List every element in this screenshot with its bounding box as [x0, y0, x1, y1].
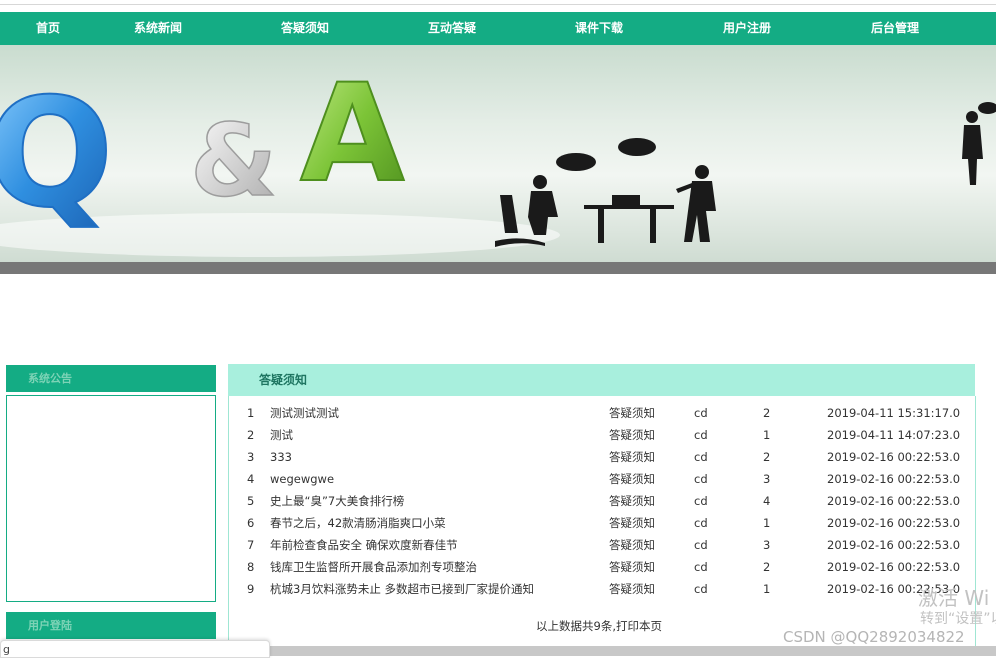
row-title-link[interactable]: 年前检查食品安全 确保欢度新春佳节 [270, 534, 458, 556]
row-title-link[interactable]: 测试测试测试 [270, 402, 339, 424]
row-count: 1 [763, 582, 771, 596]
list-row: 5 史上最“臭”7大美食排行榜 答疑须知 cd 4 2019-02-16 00:… [229, 490, 975, 512]
row-index: 9 [247, 582, 255, 596]
nav-item-home[interactable]: 首页 [17, 12, 79, 45]
row-time: 2019-04-11 14:07:23.0 [827, 428, 961, 442]
row-user: cd [694, 560, 708, 574]
row-time: 2019-02-16 00:22:53.0 [827, 472, 961, 486]
row-category: 答疑须知 [609, 406, 655, 420]
qa-notice-header: 答疑须知 [228, 364, 975, 396]
nav-item-interactive-qa[interactable]: 互动答疑 [415, 12, 489, 45]
qa-banner: Q & A [0, 45, 996, 262]
speech-bubble-icon [556, 153, 596, 171]
notice-panel-header: 系统公告 [6, 365, 216, 392]
speech-bubble-icon [978, 102, 996, 114]
row-title-link[interactable]: 测试 [270, 424, 293, 446]
row-index: 5 [247, 494, 255, 508]
row-user: cd [694, 450, 708, 464]
nav-item-system-news[interactable]: 系统新闻 [121, 12, 195, 45]
row-category: 答疑须知 [609, 428, 655, 442]
row-title-link[interactable]: 333 [270, 446, 292, 468]
list-row: 6 春节之后，42款清肠消脂爽口小菜 答疑须知 cd 1 2019-02-16 … [229, 512, 975, 534]
people-silhouette [495, 111, 983, 247]
row-time: 2019-02-16 00:22:53.0 [827, 560, 961, 574]
row-user: cd [694, 582, 708, 596]
row-index: 8 [247, 560, 255, 574]
list-row: 4 wegewgwe 答疑须知 cd 3 2019-02-16 00:22:53… [229, 468, 975, 490]
nav-item-admin[interactable]: 后台管理 [858, 12, 932, 45]
list-row: 3 333 答疑须知 cd 2 2019-02-16 00:22:53.0 [229, 446, 975, 468]
row-time: 2019-02-16 00:22:53.0 [827, 538, 961, 552]
list-row: 7 年前检查食品安全 确保欢度新春佳节 答疑须知 cd 3 2019-02-16… [229, 534, 975, 556]
row-user: cd [694, 472, 708, 486]
row-user: cd [694, 538, 708, 552]
login-panel-title: 用户登陆 [28, 619, 72, 632]
row-category: 答疑须知 [609, 582, 655, 596]
row-time: 2019-04-11 15:31:17.0 [827, 406, 961, 420]
row-index: 2 [247, 428, 255, 442]
bottom-left-popup[interactable]: g [0, 640, 270, 658]
main-nav: 首页 系统新闻 答疑须知 互动答疑 课件下载 用户注册 后台管理 [0, 12, 996, 45]
login-panel-header: 用户登陆 [6, 612, 216, 639]
row-title-link[interactable]: wegewgwe [270, 468, 334, 490]
row-index: 6 [247, 516, 255, 530]
row-count: 3 [763, 538, 771, 552]
activate-windows-watermark: 激活 Wi [918, 586, 990, 610]
row-category: 答疑须知 [609, 494, 655, 508]
a-letter: A [300, 55, 404, 212]
notice-panel-body [6, 395, 216, 602]
row-category: 答疑须知 [609, 516, 655, 530]
row-index: 4 [247, 472, 255, 486]
nav-item-user-register[interactable]: 用户注册 [710, 12, 784, 45]
row-time: 2019-02-16 00:22:53.0 [827, 450, 961, 464]
list-row: 2 测试 答疑须知 cd 1 2019-04-11 14:07:23.0 [229, 424, 975, 446]
row-index: 1 [247, 406, 255, 420]
csdn-watermark: CSDN @QQ2892034822 [783, 628, 965, 646]
row-user: cd [694, 406, 708, 420]
row-title-link[interactable]: 春节之后，42款清肠消脂爽口小菜 [270, 512, 446, 534]
row-user: cd [694, 428, 708, 442]
row-category: 答疑须知 [609, 560, 655, 574]
banner-bottom-band [0, 262, 996, 274]
notice-panel-title: 系统公告 [28, 372, 72, 385]
row-count: 1 [763, 516, 771, 530]
page-bottom-band [270, 646, 996, 656]
speech-bubble-icon [618, 138, 656, 156]
activate-windows-hint: 转到“设置”以 [920, 611, 996, 627]
row-title-link[interactable]: 钱库卫生监督所开展食品添加剂专项整治 [270, 556, 477, 578]
qa-notice-title: 答疑须知 [259, 373, 308, 387]
row-count: 4 [763, 494, 771, 508]
qa-notice-list: 1 测试测试测试 答疑须知 cd 2 2019-04-11 15:31:17.0… [228, 396, 976, 656]
row-count: 3 [763, 472, 771, 486]
qa-banner-illustration: Q & A [0, 54, 996, 257]
top-divider [0, 4, 996, 5]
row-user: cd [694, 494, 708, 508]
row-category: 答疑须知 [609, 450, 655, 464]
row-count: 2 [763, 406, 771, 420]
nav-item-courseware-download[interactable]: 课件下载 [562, 12, 636, 45]
nav-item-qa-notice[interactable]: 答疑须知 [268, 12, 342, 45]
q-letter: Q [0, 67, 114, 241]
popup-text: g [3, 643, 10, 656]
list-row: 8 钱库卫生监督所开展食品添加剂专项整治 答疑须知 cd 2 2019-02-1… [229, 556, 975, 578]
ampersand-symbol: & [190, 102, 277, 219]
row-title-link[interactable]: 史上最“臭”7大美食排行榜 [270, 490, 404, 512]
list-row: 1 测试测试测试 答疑须知 cd 2 2019-04-11 15:31:17.0 [229, 402, 975, 424]
row-count: 2 [763, 560, 771, 574]
print-page-link[interactable]: 打印本页 [616, 619, 662, 633]
row-category: 答疑须知 [609, 472, 655, 486]
row-category: 答疑须知 [609, 538, 655, 552]
row-index: 7 [247, 538, 255, 552]
list-row: 9 杭城3月饮料涨势未止 多数超市已接到厂家提价通知 答疑须知 cd 1 201… [229, 578, 975, 600]
record-count-text: 以上数据共9条, [536, 619, 616, 633]
row-time: 2019-02-16 00:22:53.0 [827, 494, 961, 508]
row-time: 2019-02-16 00:22:53.0 [827, 516, 961, 530]
row-count: 2 [763, 450, 771, 464]
row-count: 1 [763, 428, 771, 442]
list-summary: 以上数据共9条,打印本页 [536, 618, 662, 634]
row-title-link[interactable]: 杭城3月饮料涨势未止 多数超市已接到厂家提价通知 [270, 578, 534, 600]
row-index: 3 [247, 450, 255, 464]
row-user: cd [694, 516, 708, 530]
